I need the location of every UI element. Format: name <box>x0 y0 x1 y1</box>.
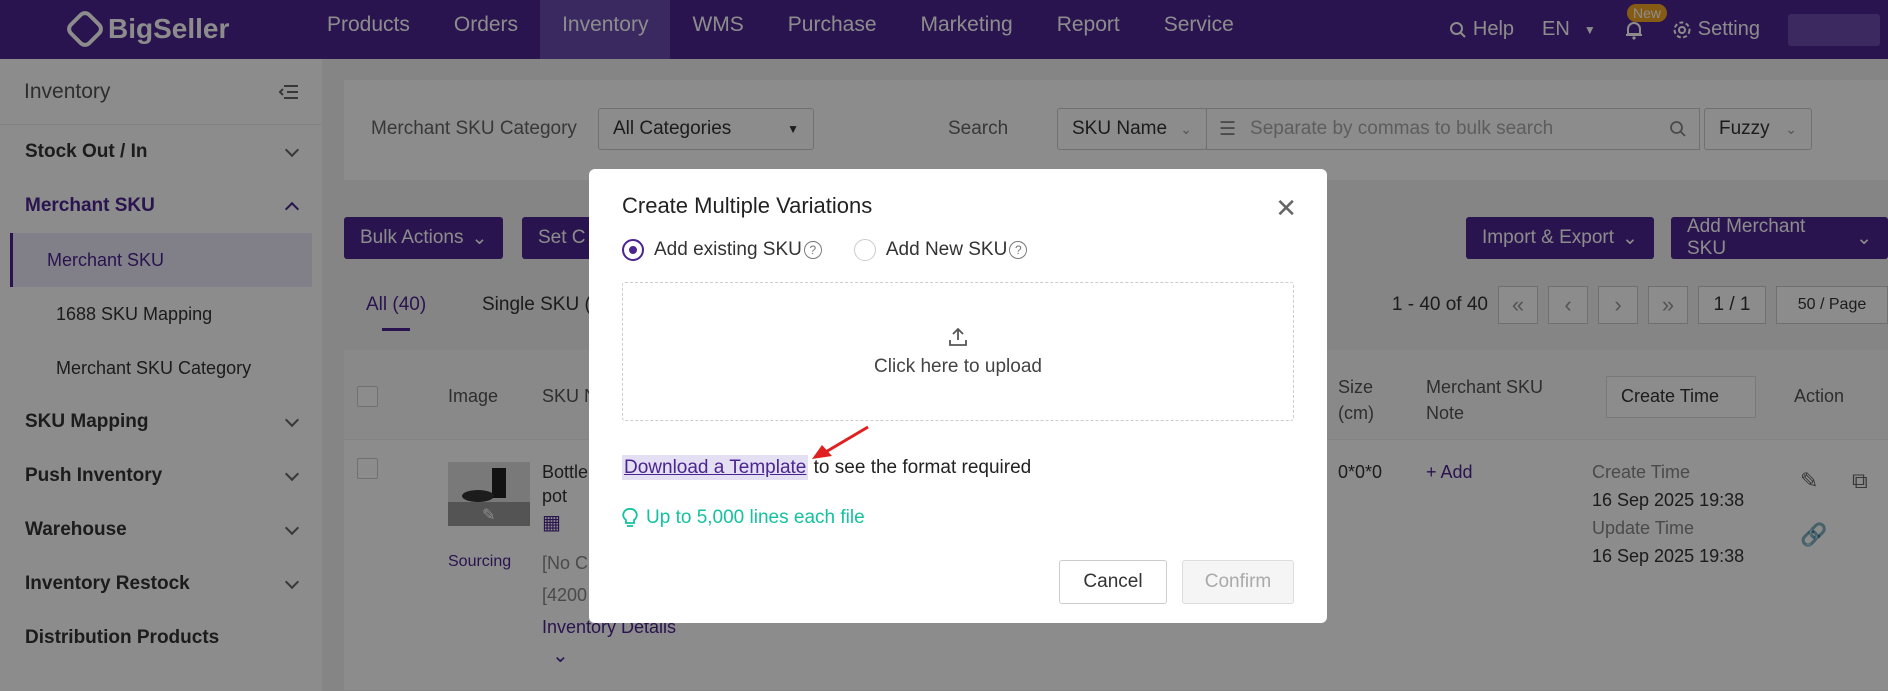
upload-icon <box>949 327 967 346</box>
lightbulb-icon <box>622 508 638 527</box>
upload-limit-text: Up to 5,000 lines each file <box>646 507 865 528</box>
radio-add-existing-sku-label: Add existing SKU <box>654 239 802 260</box>
upload-text: Click here to upload <box>874 355 1042 377</box>
confirm-button[interactable]: Confirm <box>1182 560 1294 604</box>
radio-unchecked-icon <box>853 239 876 261</box>
create-multiple-variations-dialog: Create Multiple Variations ✕ Add existin… <box>589 169 1327 623</box>
radio-checked-icon <box>622 239 644 261</box>
upload-dropzone[interactable]: Click here to upload <box>622 282 1294 421</box>
radio-add-new-sku[interactable]: Add New SKU ? <box>853 239 1028 261</box>
radio-add-existing-sku[interactable]: Add existing SKU ? <box>622 239 822 261</box>
sku-mode-radio-group: Add existing SKU ? Add New SKU ? <box>622 239 1028 261</box>
upload-limit-tip: Up to 5,000 lines each file <box>622 507 865 529</box>
close-icon[interactable]: ✕ <box>1275 195 1297 221</box>
dialog-title: Create Multiple Variations <box>622 193 873 218</box>
help-question-icon[interactable]: ? <box>803 241 822 259</box>
download-template-link[interactable]: Download a Template <box>622 455 809 480</box>
radio-add-new-sku-label: Add New SKU <box>885 239 1008 260</box>
help-question-icon[interactable]: ? <box>1009 241 1028 259</box>
red-annotation-arrow <box>812 425 869 459</box>
cancel-button[interactable]: Cancel <box>1059 560 1167 604</box>
